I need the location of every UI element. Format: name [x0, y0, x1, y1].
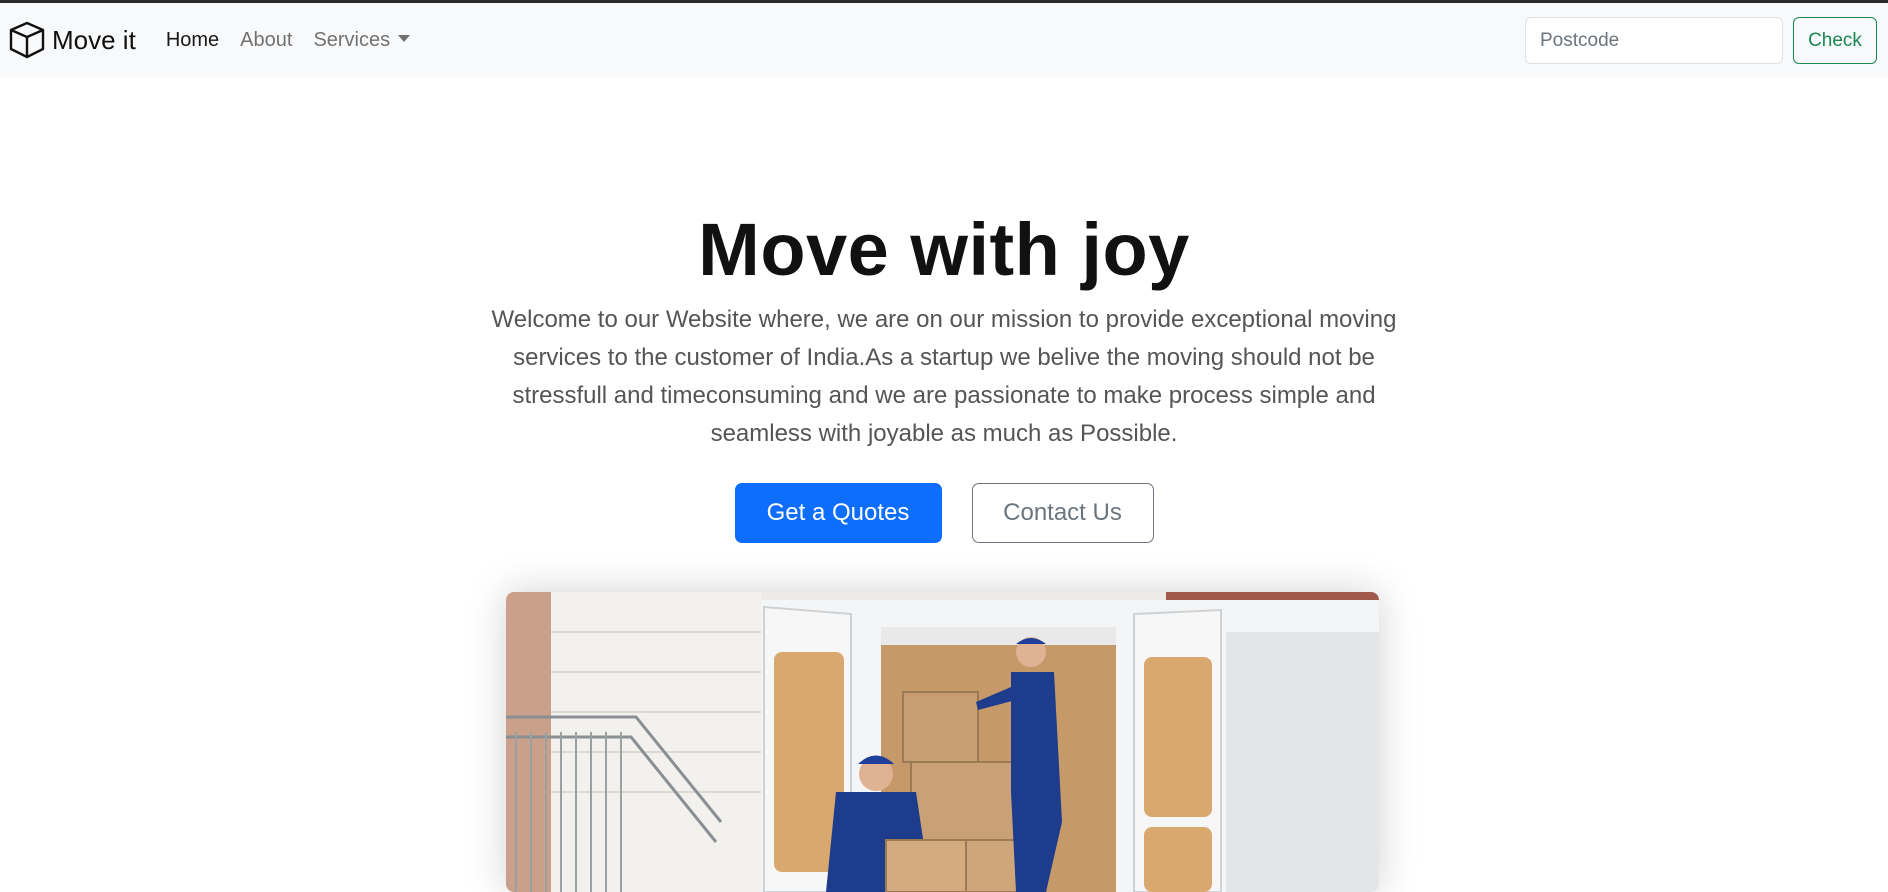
box-icon [9, 21, 45, 59]
hero-image [506, 592, 1379, 892]
hero-buttons: Get a Quotes Contact Us [0, 482, 1888, 543]
hero-section: Move with joy Welcome to our Website whe… [0, 77, 1888, 543]
nav-services-label: Services [313, 28, 391, 51]
nav-home[interactable]: Home [166, 29, 219, 52]
check-button[interactable]: Check [1793, 17, 1877, 64]
hero-lead: Welcome to our Website where, we are on … [491, 305, 1397, 447]
postcode-form: Check [1525, 17, 1877, 64]
brand-name: Move it [52, 24, 136, 55]
nav-services-dropdown[interactable]: Services [313, 28, 411, 52]
brand[interactable]: Move it [7, 20, 136, 60]
postcode-input[interactable] [1525, 17, 1783, 64]
contact-us-button[interactable]: Contact Us [971, 482, 1154, 543]
hero-title: Move with joy [698, 208, 1190, 291]
nav-about[interactable]: About [240, 29, 292, 52]
nav-links: Home About Services [166, 29, 431, 52]
get-quotes-button[interactable]: Get a Quotes [734, 482, 942, 543]
navbar: Move it Home About Services Check [0, 3, 1888, 77]
caret-down-icon [398, 34, 411, 42]
movers-van-illustration [506, 592, 1379, 892]
